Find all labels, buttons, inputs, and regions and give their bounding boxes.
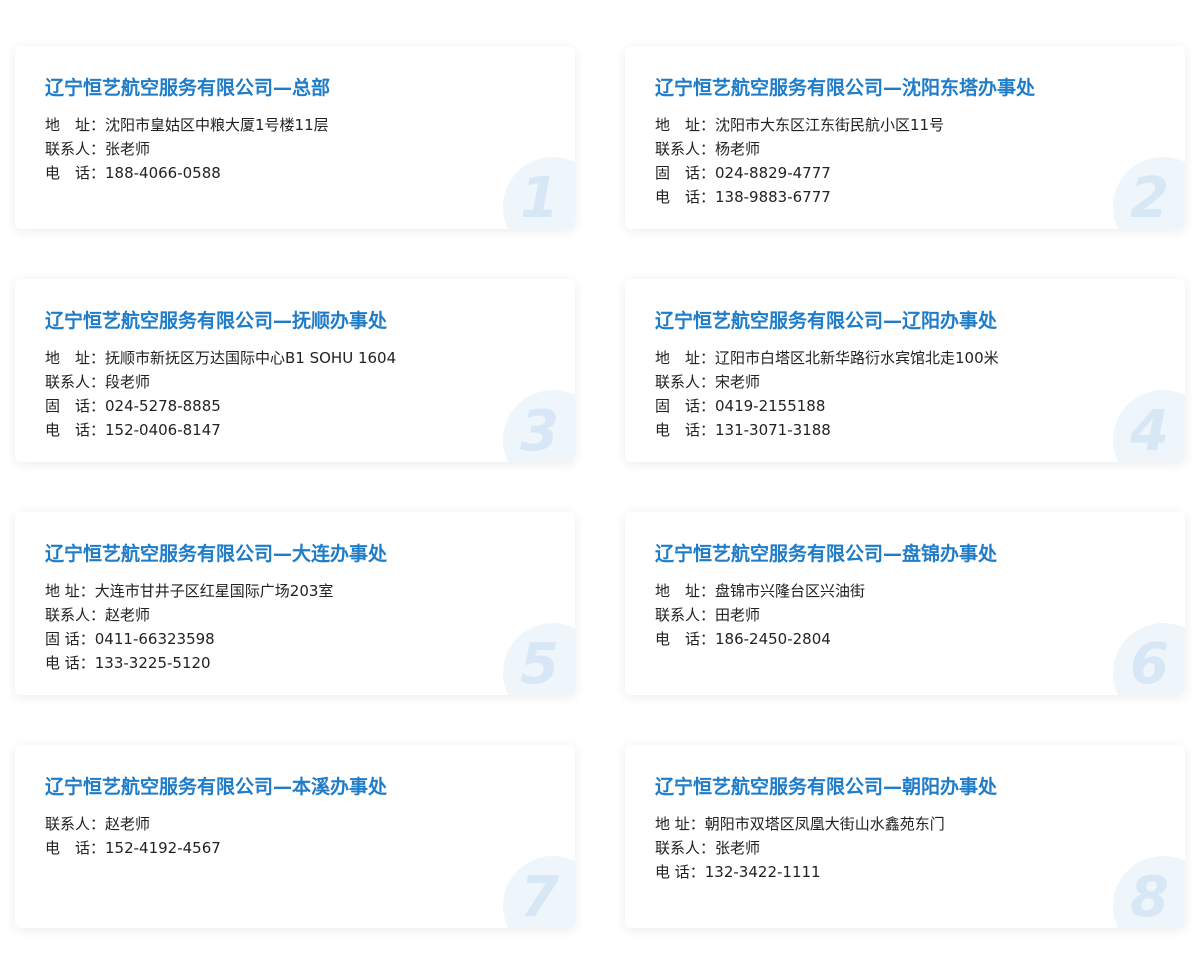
office-title: 辽宁恒艺航空服务有限公司—本溪办事处	[45, 776, 388, 798]
contact-line: 联系人：张老师	[45, 140, 151, 158]
office-title: 辽宁恒艺航空服务有限公司—抚顺办事处	[45, 310, 388, 332]
address-line: 地 址：朝阳市双塔区凤凰大街山水鑫苑东门	[655, 815, 945, 833]
office-card-fushun: 辽宁恒艺航空服务有限公司—抚顺办事处 地 址：抚顺市新抚区万达国际中心B1 SO…	[15, 279, 575, 462]
contact-line: 联系人：宋老师	[655, 373, 761, 391]
phone-line: 电 话：131-3071-3188	[655, 421, 831, 439]
office-title: 辽宁恒艺航空服务有限公司—朝阳办事处	[655, 776, 998, 798]
card-number: 6	[1130, 632, 1169, 695]
card-number: 2	[1130, 166, 1169, 229]
contact-line: 联系人：赵老师	[45, 606, 151, 624]
card-number: 3	[520, 399, 559, 462]
office-card-liaoyang: 辽宁恒艺航空服务有限公司—辽阳办事处 地 址：辽阳市白塔区北新华路衍水宾馆北走1…	[625, 279, 1185, 462]
contact-line: 联系人：田老师	[655, 606, 761, 624]
address-line: 地 址：沈阳市大东区江东街民航小区11号	[655, 116, 945, 134]
landline-line: 固 话：0419-2155188	[655, 397, 826, 415]
card-number: 1	[520, 166, 559, 229]
contact-line: 联系人：张老师	[655, 839, 761, 857]
phone-line: 电 话：133-3225-5120	[45, 654, 211, 672]
office-card-headquarters: 辽宁恒艺航空服务有限公司—总部 地 址：沈阳市皇姑区中粮大厦1号楼11层 联系人…	[15, 46, 575, 229]
office-info: 地 址：辽阳市白塔区北新华路衍水宾馆北走100米 联系人：宋老师 固 话：041…	[655, 346, 999, 442]
phone-line: 电 话：138-9883-6777	[655, 188, 831, 206]
address-line: 地 址：抚顺市新抚区万达国际中心B1 SOHU 1604	[45, 349, 397, 367]
contact-line: 联系人：赵老师	[45, 815, 151, 833]
phone-line: 电 话：188-4066-0588	[45, 164, 221, 182]
phone-line: 电 话：186-2450-2804	[655, 630, 831, 648]
office-info: 联系人：赵老师 电 话：152-4192-4567	[45, 812, 221, 860]
office-info: 地 址：大连市甘井子区红星国际广场203室 联系人：赵老师 固 话：0411-6…	[45, 579, 333, 675]
card-number: 4	[1130, 399, 1169, 462]
address-line: 地 址：辽阳市白塔区北新华路衍水宾馆北走100米	[655, 349, 999, 367]
office-card-chaoyang: 辽宁恒艺航空服务有限公司—朝阳办事处 地 址：朝阳市双塔区凤凰大街山水鑫苑东门 …	[625, 745, 1185, 928]
landline-line: 固 话：024-8829-4777	[655, 164, 831, 182]
office-info: 地 址：抚顺市新抚区万达国际中心B1 SOHU 1604 联系人：段老师 固 话…	[45, 346, 396, 442]
phone-line: 电 话：152-4192-4567	[45, 839, 221, 857]
landline-line: 固 话：0411-66323598	[45, 630, 215, 648]
office-title: 辽宁恒艺航空服务有限公司—盘锦办事处	[655, 543, 998, 565]
card-number: 5	[520, 632, 559, 695]
office-title: 辽宁恒艺航空服务有限公司—辽阳办事处	[655, 310, 998, 332]
office-info: 地 址：盘锦市兴隆台区兴油街 联系人：田老师 电 话：186-2450-2804	[655, 579, 865, 651]
address-line: 地 址：沈阳市皇姑区中粮大厦1号楼11层	[45, 116, 329, 134]
landline-line: 固 话：024-5278-8885	[45, 397, 221, 415]
card-number: 8	[1130, 865, 1169, 928]
address-line: 地 址：大连市甘井子区红星国际广场203室	[45, 582, 334, 600]
office-info: 地 址：朝阳市双塔区凤凰大街山水鑫苑东门 联系人：张老师 电 话：132-342…	[655, 812, 945, 884]
office-title: 辽宁恒艺航空服务有限公司—沈阳东塔办事处	[655, 77, 1036, 99]
card-number: 7	[520, 865, 559, 928]
office-card-panjin: 辽宁恒艺航空服务有限公司—盘锦办事处 地 址：盘锦市兴隆台区兴油街 联系人：田老…	[625, 512, 1185, 695]
contact-line: 联系人：杨老师	[655, 140, 761, 158]
office-title: 辽宁恒艺航空服务有限公司—大连办事处	[45, 543, 388, 565]
phone-line: 电 话：152-0406-8147	[45, 421, 221, 439]
office-title: 辽宁恒艺航空服务有限公司—总部	[45, 77, 331, 99]
address-line: 地 址：盘锦市兴隆台区兴油街	[655, 582, 866, 600]
office-card-shenyang-dongta: 辽宁恒艺航空服务有限公司—沈阳东塔办事处 地 址：沈阳市大东区江东街民航小区11…	[625, 46, 1185, 229]
office-info: 地 址：沈阳市皇姑区中粮大厦1号楼11层 联系人：张老师 电 话：188-406…	[45, 113, 329, 185]
phone-line: 电 话：132-3422-1111	[655, 863, 821, 881]
office-info: 地 址：沈阳市大东区江东街民航小区11号 联系人：杨老师 固 话：024-882…	[655, 113, 944, 209]
office-card-dalian: 辽宁恒艺航空服务有限公司—大连办事处 地 址：大连市甘井子区红星国际广场203室…	[15, 512, 575, 695]
office-card-benxi: 辽宁恒艺航空服务有限公司—本溪办事处 联系人：赵老师 电 话：152-4192-…	[15, 745, 575, 928]
contact-line: 联系人：段老师	[45, 373, 151, 391]
